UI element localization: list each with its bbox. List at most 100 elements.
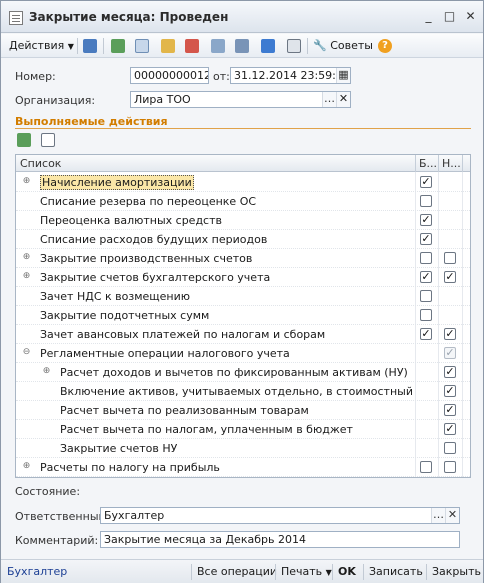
uncheck-all-icon[interactable]	[41, 133, 55, 147]
comment-field[interactable]: Закрытие месяца за Декабрь 2014	[100, 531, 460, 548]
checkbox-n[interactable]: ✓	[444, 366, 456, 378]
table-row[interactable]: ⊕ Расчет доходов и вычетов по фиксированн…	[16, 363, 470, 382]
expand-icon[interactable]: ⊕	[22, 272, 31, 282]
window-title: Закрытие месяца: Проведен	[29, 10, 229, 24]
list-icon[interactable]	[235, 39, 249, 53]
close-window-button[interactable]: ✕	[464, 10, 477, 23]
toolbar: Действия ▼ 🔧 Советы ?	[1, 34, 483, 58]
print-form-icon[interactable]	[287, 39, 301, 53]
close-button[interactable]: Закрыть	[432, 565, 481, 578]
checkbox-b[interactable]	[420, 309, 432, 321]
select-ellipsis-button[interactable]: …	[431, 508, 445, 523]
row-label: Включение активов, учитываемых отдельно,…	[60, 385, 412, 398]
number-field[interactable]: 00000000012	[130, 67, 209, 84]
checkbox-n[interactable]: ✓	[444, 328, 456, 340]
checkbox-n[interactable]: ✓	[444, 423, 456, 435]
table-row[interactable]: Переоценка валютных средств ✓	[16, 211, 470, 230]
user-link[interactable]: Бухгалтер	[7, 565, 67, 578]
expand-icon[interactable]: ⊕	[22, 177, 31, 187]
new-copy-icon[interactable]	[135, 39, 149, 53]
table-row[interactable]: ⊕ Закрытие производственных счетов	[16, 249, 470, 268]
table-row[interactable]: Зачет авансовых платежей по налогам и сб…	[16, 325, 470, 344]
clear-icon[interactable]: ✕	[336, 92, 350, 107]
table-row[interactable]: Зачет НДС к возмещению	[16, 287, 470, 306]
actions-menu-button[interactable]: Действия ▼	[9, 37, 74, 55]
title-bar: Закрытие месяца: Проведен _ □ ✕	[1, 1, 483, 33]
collapse-icon[interactable]: ⊖	[22, 348, 31, 358]
column-header-n[interactable]: Н...	[442, 157, 461, 170]
table-row[interactable]: ⊕ Закрытие счетов бухгалтерского учета ✓ ✓	[16, 268, 470, 287]
checkbox-n[interactable]: ✓	[444, 404, 456, 416]
comment-label: Комментарий:	[15, 534, 99, 547]
minimize-button[interactable]: _	[422, 10, 435, 23]
row-label: Списание резерва по переоценке ОС	[40, 195, 257, 208]
table-row[interactable]: Расчет вычета по реализованным товарам ✓	[16, 401, 470, 420]
checkbox-b[interactable]	[420, 252, 432, 264]
row-label: Списание расходов будущих периодов	[40, 233, 268, 246]
help-icon[interactable]: ?	[378, 39, 392, 53]
date-label: от:	[213, 70, 230, 83]
back-arrow-icon[interactable]	[83, 39, 97, 53]
advice-label: Советы	[330, 39, 373, 52]
state-label: Состояние:	[15, 485, 81, 498]
section-title: Выполняемые действия	[15, 115, 168, 128]
table-row[interactable]: ⊖ Регламентные операции налогового учета ✓	[16, 344, 470, 363]
clear-icon[interactable]: ✕	[445, 508, 459, 523]
checkbox-b[interactable]	[420, 461, 432, 473]
checkbox-n[interactable]	[444, 461, 456, 473]
post-document-icon[interactable]	[161, 39, 175, 53]
column-header-b[interactable]: Б...	[419, 157, 437, 170]
checkbox-n[interactable]	[444, 252, 456, 264]
expand-icon[interactable]: ⊕	[42, 367, 51, 377]
refresh-icon[interactable]	[111, 39, 125, 53]
ok-button[interactable]: OK	[338, 565, 356, 578]
expand-icon[interactable]: ⊕	[22, 253, 31, 263]
column-header-list[interactable]: Список	[20, 157, 61, 170]
responsible-field[interactable]: Бухгалтер … ✕	[100, 507, 460, 524]
date-field[interactable]: 31.12.2014 23:59:59 ▦	[230, 67, 351, 84]
calendar-icon[interactable]: ▦	[336, 68, 350, 83]
unpost-document-icon[interactable]	[185, 39, 199, 53]
table-row[interactable]: ⊕ Расчеты по налогу на прибыль	[16, 458, 470, 477]
checkbox-b[interactable]	[420, 290, 432, 302]
table-row[interactable]: Включение активов, учитываемых отдельно,…	[16, 382, 470, 401]
checkbox-n[interactable]: ✓	[444, 271, 456, 283]
table-row[interactable]: Закрытие подотчетных сумм	[16, 306, 470, 325]
all-operations-button[interactable]: Все операции	[197, 565, 277, 578]
checkbox-b[interactable]	[420, 195, 432, 207]
checkbox-b[interactable]: ✓	[420, 214, 432, 226]
row-label: Переоценка валютных средств	[40, 214, 222, 227]
row-label: Зачет авансовых платежей по налогам и сб…	[40, 328, 326, 341]
structure-icon[interactable]	[211, 39, 225, 53]
number-label: Номер:	[15, 70, 56, 83]
checkbox-b[interactable]: ✓	[420, 176, 432, 188]
select-ellipsis-button[interactable]: …	[322, 92, 336, 107]
date-value: 31.12.2014 23:59:59	[234, 69, 350, 82]
row-label: Начисление амортизации	[40, 175, 194, 190]
row-label: Расчет вычета по реализованным товарам	[60, 404, 309, 417]
print-button[interactable]: Печать ▼	[281, 565, 332, 578]
checkbox-b[interactable]: ✓	[420, 233, 432, 245]
organization-value: Лира ТОО	[134, 93, 191, 106]
table-header: Список Б... Н...	[16, 155, 470, 172]
table-row[interactable]: Расчет вычета по налогам, уплаченным в б…	[16, 420, 470, 439]
footer-bar: Бухгалтер Все операции Печать ▼ OK Запис…	[1, 559, 483, 583]
document-window: Закрытие месяца: Проведен _ □ ✕ Действия…	[0, 0, 484, 583]
table-row[interactable]: Закрытие счетов НУ	[16, 439, 470, 458]
save-button[interactable]: Записать	[369, 565, 423, 578]
advice-button[interactable]: 🔧 Советы	[313, 37, 373, 55]
table-row[interactable]: Списание расходов будущих периодов ✓	[16, 230, 470, 249]
checkbox-n[interactable]: ✓	[444, 385, 456, 397]
checkbox-n[interactable]	[444, 442, 456, 454]
table-row[interactable]: ⊕ Начисление амортизации ✓	[16, 173, 470, 192]
checkbox-b[interactable]: ✓	[420, 271, 432, 283]
dropdown-arrow-icon: ▼	[325, 568, 332, 577]
organization-field[interactable]: Лира ТОО … ✕	[130, 91, 351, 108]
checkbox-b[interactable]: ✓	[420, 328, 432, 340]
expand-icon[interactable]: ⊕	[22, 462, 31, 472]
table-row[interactable]: Списание резерва по переоценке ОС	[16, 192, 470, 211]
maximize-button[interactable]: □	[443, 10, 456, 23]
section-divider	[15, 128, 471, 129]
check-all-icon[interactable]	[17, 133, 31, 147]
dt-kt-icon[interactable]	[261, 39, 275, 53]
